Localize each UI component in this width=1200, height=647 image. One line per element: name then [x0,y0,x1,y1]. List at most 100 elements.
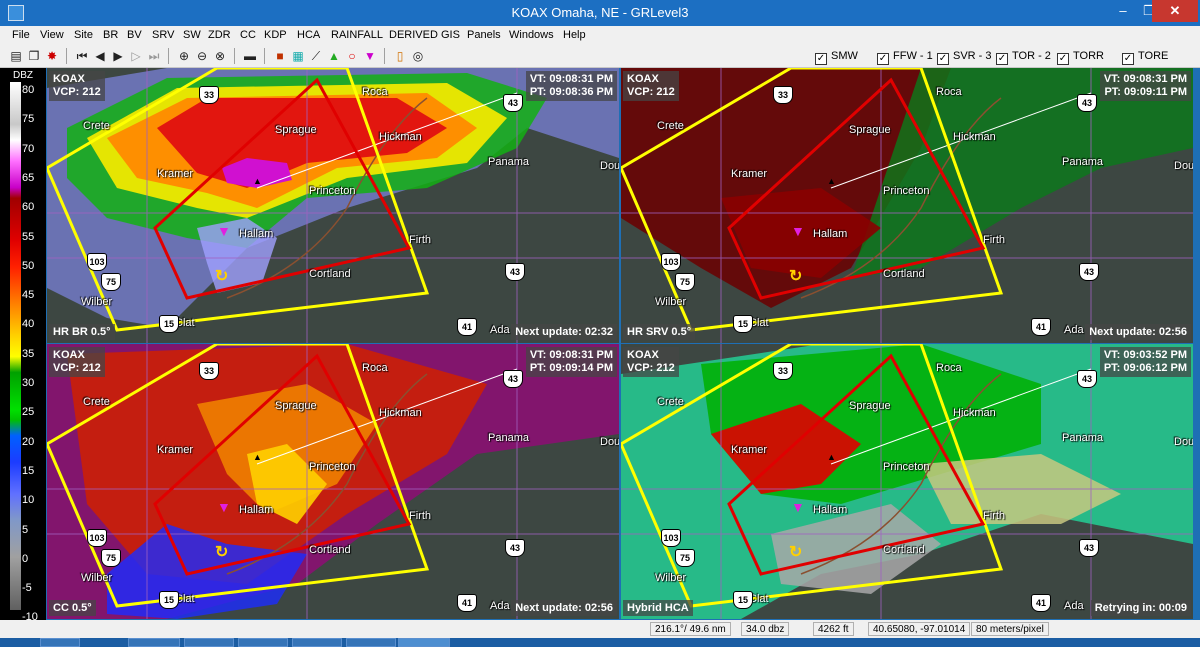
hail-marker-icon[interactable]: ▲ [253,452,262,462]
town-label-roca: Roca [362,86,388,98]
panel-valid-time: VT: 09:08:31 PM [1103,73,1187,85]
warn-svr-checkbox[interactable]: ✓ SVR - 3 [937,49,992,65]
radar-map[interactable] [47,344,619,619]
highway-shield-icon: 103 [87,253,107,271]
close-button[interactable]: ✕ [1152,0,1198,22]
menu-view[interactable]: View [40,29,64,41]
panel-product-label: HR BR 0.5° [49,324,115,340]
menu-bv[interactable]: BV [127,29,142,41]
radar-panel-base-reflectivity[interactable]: Roca Crete Sprague Hickman Panama Kramer Princ… [47,68,619,343]
radar-map[interactable] [621,344,1193,619]
tvs-icon[interactable]: ▼ [362,48,378,64]
menu-sw[interactable]: SW [183,29,201,41]
hail-marker-icon[interactable]: ▲ [253,176,262,186]
panel-process-time: PT: 09:06:12 PM [1103,362,1187,374]
taskbar-item[interactable] [238,638,288,647]
mesocyclone-marker-icon[interactable]: ↻ [215,266,228,286]
town-label-sprague: Sprague [275,124,317,136]
menu-rainfall[interactable]: RAINFALL [331,29,383,41]
menu-zdr[interactable]: ZDR [208,29,231,41]
menu-kdp[interactable]: KDP [264,29,287,41]
radar-map[interactable] [47,68,619,343]
panel-vcp: VCP: 212 [53,362,101,374]
taskbar-item[interactable] [292,638,342,647]
warn-ffw-checkbox[interactable]: ✓ FFW - 1 [877,49,933,65]
taskbar-item[interactable] [346,638,396,647]
hail-icon[interactable]: ▲ [326,48,342,64]
menu-help[interactable]: Help [563,29,586,41]
taskbar-item-active[interactable] [398,638,450,647]
minimize-button[interactable]: – [1110,0,1136,22]
tvs-marker-icon[interactable]: ▼ [791,499,805,515]
open-icon[interactable]: ▤ [8,48,24,64]
play-icon[interactable]: ▶ [110,48,126,64]
color-scale-tick: 60 [22,201,35,214]
panel-icon[interactable]: ▬ [242,48,258,64]
mesocyclone-marker-icon[interactable]: ↻ [789,542,802,562]
tvs-marker-icon[interactable]: ▼ [217,499,231,515]
zoom-in-icon[interactable]: ⊕ [176,48,192,64]
menu-br[interactable]: BR [103,29,118,41]
panel-time-info: VT: 09:08:31 PM PT: 09:09:11 PM [1099,71,1191,101]
menu-file[interactable]: File [12,29,30,41]
prev-frame-icon[interactable]: ◀ [92,48,108,64]
town-label-wilber: Wilber [655,296,687,308]
tvs-marker-icon[interactable]: ▼ [217,223,231,239]
copy-icon[interactable]: ❐ [26,48,42,64]
color-scale-bar [10,82,21,610]
first-frame-icon[interactable]: ⏮ [74,48,90,64]
radar-panel-hydrometeor-classification[interactable]: Roca Crete Sprague Hickman Panama Kramer Princ… [621,344,1193,619]
menu-hca[interactable]: HCA [297,29,320,41]
warn-smw-checkbox[interactable]: ✓ SMW [815,49,858,65]
menu-srv[interactable]: SRV [152,29,174,41]
taskbar-item[interactable] [40,638,80,647]
menu-bar: File View Site BR BV SRV SW ZDR CC KDP H… [0,26,1200,45]
highway-shield-icon: 15 [733,591,753,609]
color-scale-tick: 75 [22,113,35,126]
status-height: 4262 ft [813,622,854,636]
menu-panels[interactable]: Panels [467,29,501,41]
panel-valid-time: VT: 09:03:52 PM [1103,349,1187,361]
taskbar-item[interactable] [128,638,180,647]
target-icon[interactable]: ◎ [410,48,426,64]
settings-icon[interactable]: ▯ [392,48,408,64]
meso-icon[interactable]: ○ [344,48,360,64]
panel-valid-time: VT: 09:08:31 PM [529,349,613,361]
measure-icon[interactable]: ⟋ [308,48,324,64]
warn-tor-checkbox[interactable]: ✓ TOR - 2 [996,49,1051,65]
mesocyclone-marker-icon[interactable]: ↻ [215,542,228,562]
warn-torr-checkbox[interactable]: ✓ TORR [1057,49,1104,65]
zoom-out-icon[interactable]: ⊖ [194,48,210,64]
town-label-ada: Ada [1064,324,1084,336]
next-frame-icon[interactable]: ▷ [128,48,144,64]
radar-panel-correlation-coefficient[interactable]: Roca Crete Sprague Hickman Panama Kramer Princ… [47,344,619,619]
site-icon[interactable]: ✸ [44,48,60,64]
hail-marker-icon[interactable]: ▲ [827,176,836,186]
palette-icon[interactable]: ■ [272,48,288,64]
layers-icon[interactable]: ▦ [290,48,306,64]
panel-time-info: VT: 09:03:52 PM PT: 09:06:12 PM [1099,347,1191,377]
menu-derived[interactable]: DERIVED [389,29,438,41]
color-scale-tick: 65 [22,171,35,184]
warn-tore-checkbox[interactable]: ✓ TORE [1122,49,1168,65]
last-frame-icon[interactable]: ⏭ [146,48,162,64]
tvs-marker-icon[interactable]: ▼ [791,223,805,239]
town-label-wilber: Wilber [81,296,113,308]
taskbar-item[interactable] [184,638,234,647]
panel-time-info: VT: 09:08:31 PM PT: 09:08:36 PM [525,71,617,101]
check-icon: ✓ [815,53,827,65]
panel-update-status: Next update: 02:32 [511,324,617,340]
status-bar: 216.1°/ 49.6 nm 34.0 dbz 4262 ft 40.6508… [0,620,1200,638]
hail-marker-icon[interactable]: ▲ [827,452,836,462]
town-label-firth: Firth [409,234,431,246]
panel-process-time: PT: 09:09:11 PM [1104,86,1187,98]
zoom-reset-icon[interactable]: ⊗ [212,48,228,64]
menu-site[interactable]: Site [74,29,93,41]
radar-map[interactable] [621,68,1193,343]
radar-panel-storm-relative-velocity[interactable]: Roca Crete Sprague Hickman Panama Kramer Princ… [621,68,1193,343]
menu-windows[interactable]: Windows [509,29,554,41]
mesocyclone-marker-icon[interactable]: ↻ [789,266,802,286]
status-scale: 80 meters/pixel [971,622,1049,636]
menu-gis[interactable]: GIS [441,29,460,41]
menu-cc[interactable]: CC [240,29,256,41]
